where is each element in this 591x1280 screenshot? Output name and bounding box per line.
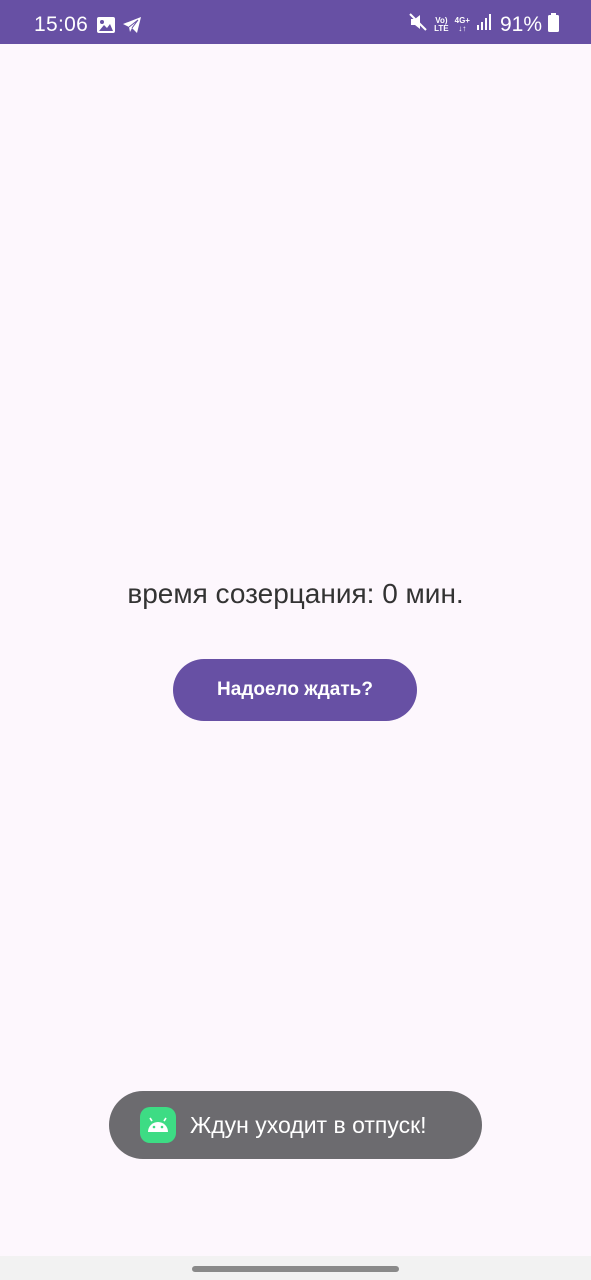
- status-time: 15:06: [34, 13, 89, 36]
- data-arrows-icon: ↓↑: [458, 23, 467, 33]
- toast-message: Ждун уходит в отпуск!: [190, 1111, 427, 1138]
- android-app-icon: [140, 1107, 176, 1143]
- volte-indicator: Vo) LTE: [434, 15, 449, 33]
- battery-icon: [548, 12, 559, 37]
- system-icons: Vo) LTE 4G+ ↓↑ 91%: [408, 12, 559, 37]
- contemplation-time-label: время созерцания: 0 мин.: [127, 578, 464, 609]
- tired-of-waiting-button[interactable]: Надоело ждать?: [173, 659, 417, 721]
- telegram-icon: [122, 16, 142, 39]
- status-bar: 15:06 Vo) LTE 4G+ ↓↑ 91%: [0, 0, 591, 44]
- signal-icon: [476, 13, 492, 36]
- home-gesture-handle[interactable]: [192, 1266, 399, 1272]
- network-type: 4G+ ↓↑: [454, 15, 470, 33]
- notification-icons: [96, 16, 142, 39]
- mute-icon: [408, 12, 428, 37]
- gallery-icon: [96, 16, 116, 39]
- toast: Ждун уходит в отпуск!: [109, 1091, 482, 1159]
- battery-percentage: 91%: [499, 12, 542, 36]
